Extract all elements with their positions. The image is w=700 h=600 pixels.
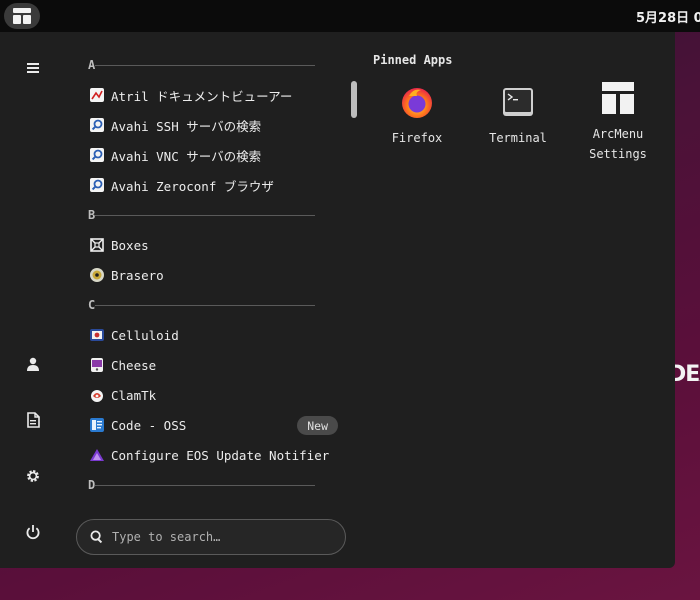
categories-button[interactable] xyxy=(19,54,47,82)
boxes-icon xyxy=(90,238,104,252)
avahi-zeroconf-icon xyxy=(90,178,104,192)
app-item-celluloid[interactable]: Celluloid xyxy=(76,320,346,350)
app-item-boxes[interactable]: Boxes xyxy=(76,230,346,260)
app-list[interactable]: A Atril ドキュメントビューアー Avahi SSH サーバの検索 Ava… xyxy=(76,50,346,492)
settings-button[interactable] xyxy=(19,462,47,490)
celluloid-icon xyxy=(90,329,104,341)
pinned-app-label: Firefox xyxy=(391,131,443,145)
top-bar: 5月28日 0 xyxy=(0,0,700,32)
avahi-vnc-icon xyxy=(90,148,104,162)
menu-icon xyxy=(27,63,39,73)
activities-button[interactable] xyxy=(4,3,40,29)
pinned-app-firefox[interactable]: Firefox xyxy=(372,84,462,148)
app-label: Avahi VNC サーバの検索 xyxy=(111,148,262,164)
avahi-ssh-icon xyxy=(90,118,104,132)
clock[interactable]: 5月28日 0 xyxy=(636,7,700,26)
user-button[interactable] xyxy=(19,350,47,378)
pinned-app-terminal[interactable]: Terminal xyxy=(473,84,563,148)
app-label: Celluloid xyxy=(111,327,179,343)
section-letter: B xyxy=(88,208,96,222)
section-divider xyxy=(95,214,316,216)
pinned-app-label-line-1: ArcMenu xyxy=(592,127,644,141)
section-letter: C xyxy=(88,298,96,312)
code-oss-icon xyxy=(90,418,104,432)
arcmenu-panel: A Atril ドキュメントビューアー Avahi SSH サーバの検索 Ava… xyxy=(0,32,675,568)
arcmenu-icon xyxy=(13,8,31,24)
app-list-scrollbar[interactable] xyxy=(351,81,357,118)
pinned-app-label: Terminal xyxy=(489,131,547,145)
documents-button[interactable] xyxy=(19,406,47,434)
app-label: Configure EOS Update Notifier xyxy=(111,447,330,463)
app-label: Atril ドキュメントビューアー xyxy=(111,88,293,104)
app-item-brasero[interactable]: Brasero xyxy=(76,260,346,290)
search-input[interactable] xyxy=(112,530,332,544)
user-icon xyxy=(27,357,39,371)
app-label: Code - OSS xyxy=(111,417,187,433)
app-item-avahi-vnc[interactable]: Avahi VNC サーバの検索 xyxy=(76,140,346,170)
app-label: Brasero xyxy=(111,267,164,283)
app-label: Avahi Zeroconf ブラウザ xyxy=(111,178,274,194)
app-label: Cheese xyxy=(111,357,157,373)
app-label: ClamTk xyxy=(111,387,157,403)
section-divider xyxy=(95,64,316,66)
gear-icon xyxy=(27,470,39,482)
brasero-icon xyxy=(90,268,104,282)
app-item-code-oss[interactable]: Code - OSS New xyxy=(76,410,346,440)
cheese-icon xyxy=(91,358,103,372)
section-divider xyxy=(95,484,316,486)
new-badge: New xyxy=(297,416,338,435)
pinned-app-label-line-2: Settings xyxy=(589,147,647,161)
section-header-c: C xyxy=(76,290,346,320)
pinned-app-arcmenu-settings[interactable]: ArcMenu Settings xyxy=(573,80,663,164)
firefox-icon xyxy=(402,88,432,118)
document-icon xyxy=(27,412,40,428)
app-item-configure-eos-update-notifier[interactable]: Configure EOS Update Notifier xyxy=(76,440,346,470)
pinned-apps-title: Pinned Apps xyxy=(373,53,453,67)
app-label: Avahi SSH サーバの検索 xyxy=(111,118,262,134)
power-icon xyxy=(26,525,40,540)
power-button[interactable] xyxy=(19,518,47,546)
atril-icon xyxy=(90,88,104,102)
search-icon xyxy=(90,530,103,544)
app-item-clamtk[interactable]: ClamTk xyxy=(76,380,346,410)
app-item-avahi-ssh[interactable]: Avahi SSH サーバの検索 xyxy=(76,110,346,140)
section-letter: A xyxy=(88,58,96,72)
app-item-cheese[interactable]: Cheese xyxy=(76,350,346,380)
app-label: Boxes xyxy=(111,237,149,253)
section-divider xyxy=(95,304,316,306)
app-item-avahi-zeroconf[interactable]: Avahi Zeroconf ブラウザ xyxy=(76,170,346,200)
app-item-atril[interactable]: Atril ドキュメントビューアー xyxy=(76,80,346,110)
section-letter: D xyxy=(88,478,96,492)
section-header-d: D xyxy=(76,470,346,492)
section-header-a: A xyxy=(76,50,346,80)
section-header-b: B xyxy=(76,200,346,230)
eos-notifier-icon xyxy=(90,449,104,461)
search-box[interactable] xyxy=(76,519,346,555)
arcmenu-settings-icon xyxy=(602,82,634,114)
clamtk-icon xyxy=(91,390,103,402)
terminal-icon xyxy=(503,88,533,116)
